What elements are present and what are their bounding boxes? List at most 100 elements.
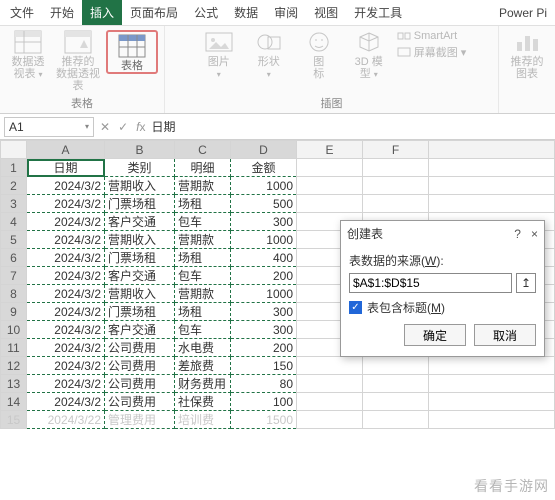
- menu-insert[interactable]: 插入: [82, 0, 122, 25]
- headers-checkbox-row[interactable]: ✓ 表包含标题(M): [349, 299, 536, 316]
- cell-date[interactable]: 2024/3/2: [27, 375, 105, 393]
- cell-category[interactable]: 公司费用: [105, 393, 175, 411]
- cell-date[interactable]: 2024/3/2: [27, 231, 105, 249]
- cell-amount[interactable]: 500: [231, 195, 297, 213]
- row-header[interactable]: 7: [1, 267, 27, 285]
- screenshot-button[interactable]: 屏幕截图 ▾: [397, 44, 467, 60]
- cell-category[interactable]: 门票场租: [105, 303, 175, 321]
- cell-amount[interactable]: 400: [231, 249, 297, 267]
- menu-formulas[interactable]: 公式: [186, 0, 226, 25]
- cell[interactable]: [429, 195, 555, 213]
- cell-date[interactable]: 2024/3/2: [27, 339, 105, 357]
- row-header[interactable]: 9: [1, 303, 27, 321]
- cell-date[interactable]: 2024/3/2: [27, 249, 105, 267]
- cell-amount[interactable]: 80: [231, 375, 297, 393]
- menu-devtools[interactable]: 开发工具: [346, 0, 410, 25]
- cell-category[interactable]: 公司费用: [105, 357, 175, 375]
- row-header[interactable]: 8: [1, 285, 27, 303]
- cell-amount[interactable]: 150: [231, 357, 297, 375]
- cell-detail[interactable]: 财务费用: [175, 375, 231, 393]
- cell-date[interactable]: 2024/3/22: [27, 411, 105, 429]
- cell[interactable]: 明细: [175, 159, 231, 177]
- pictures-button[interactable]: 图片▾: [197, 30, 241, 80]
- col-header-blank[interactable]: [429, 141, 555, 159]
- menu-review[interactable]: 审阅: [266, 0, 306, 25]
- pivottable-button[interactable]: 数据透视表 ▾: [6, 30, 50, 80]
- cell[interactable]: 金额: [231, 159, 297, 177]
- cell-detail[interactable]: 营期款: [175, 177, 231, 195]
- cell-category[interactable]: 门票场租: [105, 195, 175, 213]
- cell[interactable]: [363, 195, 429, 213]
- cell[interactable]: [429, 375, 555, 393]
- cell[interactable]: [297, 393, 363, 411]
- cell-detail[interactable]: 包车: [175, 321, 231, 339]
- cell[interactable]: [297, 159, 363, 177]
- cell-date[interactable]: 2024/3/2: [27, 303, 105, 321]
- cell[interactable]: [363, 159, 429, 177]
- cell[interactable]: [429, 159, 555, 177]
- headers-checkbox[interactable]: ✓: [349, 301, 362, 314]
- cell[interactable]: [429, 393, 555, 411]
- cell-detail[interactable]: 营期款: [175, 285, 231, 303]
- fx-icon[interactable]: fx: [136, 120, 145, 134]
- menu-file[interactable]: 文件: [2, 0, 42, 25]
- cell-amount[interactable]: 1000: [231, 231, 297, 249]
- cell-date[interactable]: 2024/3/2: [27, 177, 105, 195]
- col-header-f[interactable]: F: [363, 141, 429, 159]
- cell-amount[interactable]: 1000: [231, 177, 297, 195]
- row-header[interactable]: 12: [1, 357, 27, 375]
- col-header-a[interactable]: A: [27, 141, 105, 159]
- dialog-help-button[interactable]: ?: [514, 227, 521, 241]
- row-header[interactable]: 3: [1, 195, 27, 213]
- cell-amount[interactable]: 200: [231, 267, 297, 285]
- row-header[interactable]: 1: [1, 159, 27, 177]
- cell-date[interactable]: 2024/3/2: [27, 267, 105, 285]
- cancel-button[interactable]: 取消: [474, 324, 536, 346]
- row-header[interactable]: 10: [1, 321, 27, 339]
- recommended-charts-button[interactable]: 推荐的图表: [505, 30, 549, 80]
- cell-amount[interactable]: 300: [231, 303, 297, 321]
- col-header-e[interactable]: E: [297, 141, 363, 159]
- row-header[interactable]: 5: [1, 231, 27, 249]
- row-header[interactable]: 13: [1, 375, 27, 393]
- row-header[interactable]: 2: [1, 177, 27, 195]
- col-header-b[interactable]: B: [105, 141, 175, 159]
- cell[interactable]: [297, 357, 363, 375]
- cell-amount[interactable]: 300: [231, 321, 297, 339]
- cell[interactable]: [297, 375, 363, 393]
- icons-button[interactable]: 图标: [297, 30, 341, 80]
- cell-date[interactable]: 2024/3/2: [27, 213, 105, 231]
- cell-amount[interactable]: 1000: [231, 285, 297, 303]
- cell-detail[interactable]: 场租: [175, 249, 231, 267]
- shapes-button[interactable]: 形状▾: [247, 30, 291, 80]
- cell[interactable]: [363, 375, 429, 393]
- menu-pagelayout[interactable]: 页面布局: [122, 0, 186, 25]
- cell-detail[interactable]: 场租: [175, 303, 231, 321]
- cell-category[interactable]: 管理费用: [105, 411, 175, 429]
- dialog-close-button[interactable]: ×: [531, 227, 538, 241]
- cell[interactable]: [429, 411, 555, 429]
- select-all-corner[interactable]: [1, 141, 27, 159]
- recommended-pivot-button[interactable]: 推荐的数据透视表: [56, 30, 100, 92]
- cell-category[interactable]: 营期收入: [105, 177, 175, 195]
- cell-detail[interactable]: 包车: [175, 267, 231, 285]
- smartart-button[interactable]: SmartArt: [397, 30, 467, 42]
- cell-category[interactable]: 客户交通: [105, 321, 175, 339]
- cell[interactable]: [363, 393, 429, 411]
- cell-detail[interactable]: 包车: [175, 213, 231, 231]
- cell-category[interactable]: 营期收入: [105, 285, 175, 303]
- row-header[interactable]: 4: [1, 213, 27, 231]
- cell-detail[interactable]: 水电费: [175, 339, 231, 357]
- cell[interactable]: 类别: [105, 159, 175, 177]
- cell-detail[interactable]: 营期款: [175, 231, 231, 249]
- accept-formula-icon[interactable]: ✓: [118, 120, 128, 134]
- cell-date[interactable]: 2024/3/2: [27, 195, 105, 213]
- dialog-titlebar[interactable]: 创建表 ? ×: [341, 221, 544, 246]
- cell[interactable]: 日期: [27, 159, 105, 177]
- cell-date[interactable]: 2024/3/2: [27, 357, 105, 375]
- ok-button[interactable]: 确定: [404, 324, 466, 346]
- cell-date[interactable]: 2024/3/2: [27, 393, 105, 411]
- cell-category[interactable]: 公司费用: [105, 375, 175, 393]
- menu-powerpivot[interactable]: Power Pi: [493, 2, 553, 24]
- name-box[interactable]: A1 ▾: [4, 117, 94, 137]
